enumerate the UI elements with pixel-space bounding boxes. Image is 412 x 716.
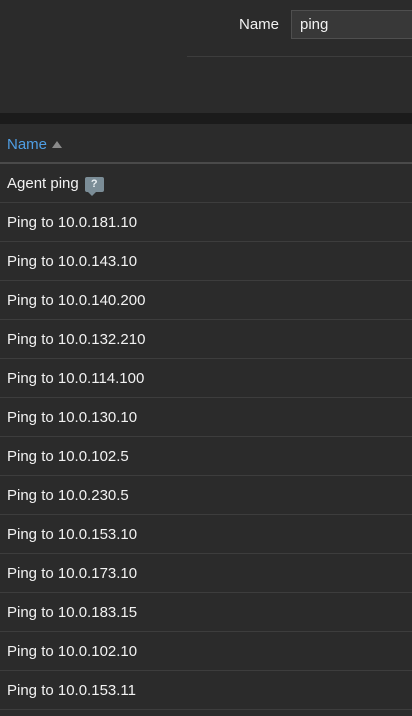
item-name-text: Ping to 10.0.173.10	[7, 565, 138, 582]
item-name-text: Ping to 10.0.130.10	[7, 409, 138, 426]
item-name-link[interactable]: Agent ping?	[7, 175, 104, 196]
item-name-link[interactable]: Ping to 10.0.230.5	[7, 487, 129, 504]
name-filter-label: Name	[238, 16, 279, 33]
table-row[interactable]: Ping to 10.0.140.200	[0, 281, 412, 320]
table-header: Name	[0, 124, 412, 164]
table-row[interactable]: Ping to 10.0.102.10	[0, 632, 412, 671]
item-name-link[interactable]: Ping to 10.0.102.10	[7, 643, 137, 660]
item-name-link[interactable]: Ping to 10.0.153.10	[7, 526, 137, 543]
item-name-text: Ping to 10.0.230.5	[7, 487, 129, 504]
help-icon[interactable]: ?	[84, 177, 104, 196]
table-row[interactable]: Ping to 10.0.230.5	[0, 476, 412, 515]
item-name-text: Ping to 10.0.181.10	[7, 214, 138, 231]
table-row[interactable]: Ping to 10.0.114.100	[0, 359, 412, 398]
items-table: Name Agent ping? Ping to 10.0.181.10 Ping …	[0, 124, 412, 710]
table-row[interactable]: Ping to 10.0.153.11	[0, 671, 412, 710]
table-body: Agent ping? Ping to 10.0.181.10 Ping to 10…	[0, 164, 412, 710]
item-name-text: Ping to 10.0.114.100	[7, 370, 145, 387]
item-name-link[interactable]: Ping to 10.0.132.210	[7, 331, 145, 348]
item-name-text: Ping to 10.0.143.10	[7, 253, 138, 270]
item-name-link[interactable]: Ping to 10.0.143.10	[7, 253, 137, 270]
item-name-text: Agent ping	[7, 175, 79, 192]
item-name-text: Ping to 10.0.153.10	[7, 526, 138, 543]
filter-row-name: Name	[0, 0, 412, 52]
table-row[interactable]: Ping to 10.0.143.10	[0, 242, 412, 281]
item-name-link[interactable]: Ping to 10.0.153.11	[7, 682, 136, 699]
table-row[interactable]: Ping to 10.0.153.10	[0, 515, 412, 554]
item-name-link[interactable]: Ping to 10.0.183.15	[7, 604, 137, 621]
item-name-text: Ping to 10.0.140.200	[7, 292, 146, 309]
sort-ascending-icon	[52, 141, 63, 148]
column-header-name[interactable]: Name	[7, 136, 63, 153]
filter-panel: Name	[0, 0, 412, 113]
item-name-link[interactable]: Ping to 10.0.181.10	[7, 214, 137, 231]
item-name-text: Ping to 10.0.102.5	[7, 448, 129, 465]
table-row[interactable]: Ping to 10.0.183.15	[0, 593, 412, 632]
item-name-text: Ping to 10.0.153.11	[7, 682, 136, 699]
table-row[interactable]: Agent ping?	[0, 164, 412, 203]
column-header-name-label: Name	[7, 136, 48, 153]
name-filter-input[interactable]	[291, 10, 412, 39]
table-row[interactable]: Ping to 10.0.173.10	[0, 554, 412, 593]
item-name-text: Ping to 10.0.132.210	[7, 331, 146, 348]
item-name-link[interactable]: Ping to 10.0.114.100	[7, 370, 144, 387]
panel-separator	[0, 113, 412, 124]
table-row[interactable]: Ping to 10.0.102.5	[0, 437, 412, 476]
item-name-text: Ping to 10.0.183.15	[7, 604, 138, 621]
item-name-link[interactable]: Ping to 10.0.140.200	[7, 292, 145, 309]
filter-divider	[187, 56, 412, 57]
item-name-link[interactable]: Ping to 10.0.102.5	[7, 448, 129, 465]
table-row[interactable]: Ping to 10.0.130.10	[0, 398, 412, 437]
table-row[interactable]: Ping to 10.0.132.210	[0, 320, 412, 359]
item-name-text: Ping to 10.0.102.10	[7, 643, 138, 660]
item-name-link[interactable]: Ping to 10.0.173.10	[7, 565, 137, 582]
table-row[interactable]: Ping to 10.0.181.10	[0, 203, 412, 242]
item-name-link[interactable]: Ping to 10.0.130.10	[7, 409, 137, 426]
